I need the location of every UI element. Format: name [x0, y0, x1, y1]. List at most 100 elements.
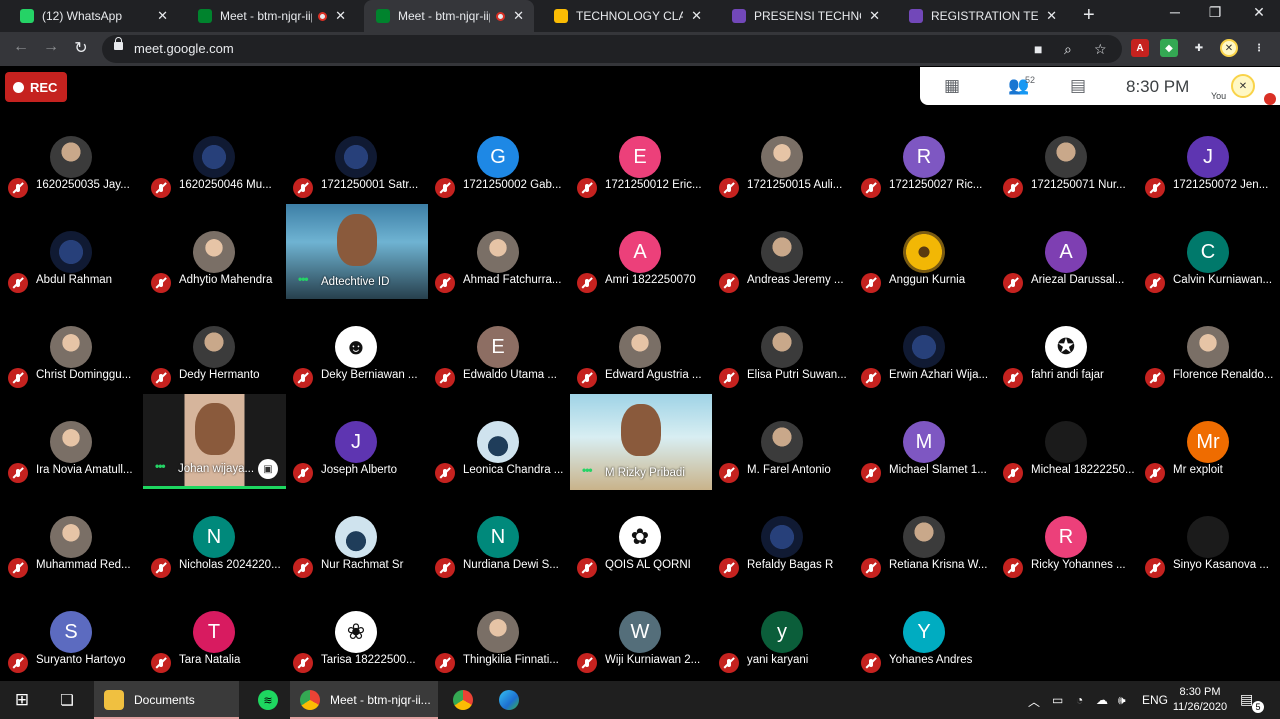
participant-tile[interactable]: Anggun Kurnia: [853, 228, 995, 323]
participant-tile[interactable]: J 1721250072 Jen...: [1137, 133, 1279, 228]
participant-avatar: [619, 326, 661, 368]
zoom-icon[interactable]: ⌕: [1064, 41, 1072, 58]
participant-tile[interactable]: Florence Renaldo...: [1137, 323, 1279, 418]
participant-tile[interactable]: M. Farel Antonio: [711, 418, 853, 513]
participant-tile[interactable]: Andreas Jeremy ...: [711, 228, 853, 323]
taskbar-chrome-meet[interactable]: Meet - btm-njqr-ii...: [290, 681, 438, 719]
back-icon[interactable]: ←: [10, 38, 32, 56]
participant-tile[interactable]: Christ Dominggu...: [0, 323, 142, 418]
camera-icon[interactable]: ■: [1034, 41, 1042, 57]
participant-tile[interactable]: ✪ fahri andi fajar: [995, 323, 1137, 418]
participant-tile[interactable]: E 1721250012 Eric...: [569, 133, 711, 228]
pdf-extension-icon[interactable]: A: [1131, 39, 1149, 57]
chat-icon[interactable]: ▤: [1070, 76, 1086, 96]
browser-tab[interactable]: Meet - btm-njqr-iip ✕: [364, 0, 534, 32]
chrome-menu-icon[interactable]: ⋮: [1250, 39, 1268, 57]
close-tab-icon[interactable]: ✕: [869, 8, 880, 24]
participant-tile[interactable]: A Amri 1822250070: [569, 228, 711, 323]
close-tab-icon[interactable]: ✕: [513, 8, 524, 24]
extension-icon[interactable]: ◆: [1160, 39, 1178, 57]
participant-tile[interactable]: Muhammad Red...: [0, 513, 142, 608]
new-tab-button[interactable]: +: [1083, 4, 1095, 27]
participant-tile[interactable]: Sinyo Kasanova ...: [1137, 513, 1279, 608]
participant-tile[interactable]: Refaldy Bagas R: [711, 513, 853, 608]
browser-tab[interactable]: Meet - btm-njqr-iip ✕: [186, 0, 356, 32]
taskbar-spotify[interactable]: ≋: [248, 681, 288, 719]
browser-tab[interactable]: (12) WhatsApp ✕: [8, 0, 178, 32]
participant-tile[interactable]: R Ricky Yohannes ...: [995, 513, 1137, 608]
participant-tile[interactable]: Leonica Chandra ...: [427, 418, 569, 513]
participant-tile[interactable]: Ira Novia Amatull...: [0, 418, 142, 513]
address-bar[interactable]: meet.google.com ■ ⌕ ☆: [102, 35, 1122, 63]
system-clock[interactable]: 8:30 PM 11/26/2020: [1170, 685, 1230, 715]
participant-name: Edward Agustria ...: [605, 369, 702, 381]
participant-tile[interactable]: Ahmad Fatchurra...: [427, 228, 569, 323]
self-label: You: [1211, 91, 1227, 101]
close-tab-icon[interactable]: ✕: [157, 8, 168, 24]
taskbar-documents[interactable]: Documents: [94, 681, 239, 719]
battery-icon[interactable]: ▭: [1052, 693, 1063, 707]
participant-tile[interactable]: J Joseph Alberto: [285, 418, 427, 513]
participant-tile[interactable]: R 1721250027 Ric...: [853, 133, 995, 228]
volume-icon[interactable]: 🕪: [1118, 693, 1126, 708]
participant-tile[interactable]: Micheal 18222250...: [995, 418, 1137, 513]
participant-tile[interactable]: A Ariezal Darussal...: [995, 228, 1137, 323]
taskbar-edge[interactable]: [492, 681, 526, 719]
forward-icon[interactable]: →: [40, 38, 62, 56]
pin-icon[interactable]: ▣: [258, 459, 278, 479]
mic-off-icon: [577, 653, 597, 673]
grid-layout-icon[interactable]: ▦: [944, 76, 960, 96]
participant-tile[interactable]: ☻ Deky Berniawan ...: [285, 323, 427, 418]
language-indicator[interactable]: ENG: [1142, 693, 1168, 707]
participant-name: Dedy Hermanto: [179, 369, 260, 381]
browser-tab[interactable]: REGISTRATION TECHNO ✕: [897, 0, 1067, 32]
maximize-button[interactable]: ❐: [1200, 4, 1230, 21]
participant-avatar: [1187, 326, 1229, 368]
participant-tile[interactable]: N Nurdiana Dewi S...: [427, 513, 569, 608]
browser-tab[interactable]: TECHNOLOGY CLASS I ✕: [542, 0, 712, 32]
close-window-button[interactable]: ✕: [1244, 4, 1274, 21]
participant-tile[interactable]: Mr Mr exploit: [1137, 418, 1279, 513]
participant-tile[interactable]: G 1721250002 Gab...: [427, 133, 569, 228]
minimize-button[interactable]: ─: [1160, 4, 1190, 20]
participant-tile[interactable]: N Nicholas 2024220...: [143, 513, 285, 608]
reload-icon[interactable]: ↻: [70, 38, 92, 58]
participant-video-tile[interactable]: ••• M Rizky Pribadi: [570, 394, 712, 490]
start-button[interactable]: ⊞: [0, 681, 44, 719]
participant-count: 52: [1025, 75, 1036, 85]
browser-tab[interactable]: PRESENSI TECHNOLOG ✕: [720, 0, 890, 32]
participant-tile[interactable]: Retiana Krisna W...: [853, 513, 995, 608]
participant-video-tile[interactable]: ••• Adtechtive ID: [286, 204, 428, 299]
meeting-time: 8:30 PM: [1126, 77, 1190, 96]
participant-tile[interactable]: 1721250071 Nur...: [995, 133, 1137, 228]
close-tab-icon[interactable]: ✕: [691, 8, 702, 24]
participant-tile[interactable]: C Calvin Kurniawan...: [1137, 228, 1279, 323]
tray-expand-icon[interactable]: ︿: [1028, 693, 1040, 710]
taskbar-chrome-2[interactable]: [446, 681, 480, 719]
participant-avatar: S: [50, 611, 92, 653]
mic-off-icon: [1003, 558, 1023, 578]
participant-tile[interactable]: Elisa Putri Suwan...: [711, 323, 853, 418]
participant-tile[interactable]: 1721250015 Auli...: [711, 133, 853, 228]
bookmark-star-icon[interactable]: ☆: [1094, 41, 1107, 58]
task-view-button[interactable]: ❏: [52, 681, 82, 719]
participant-tile[interactable]: Erwin Azhari Wija...: [853, 323, 995, 418]
participant-tile[interactable]: Adhytio Mahendra: [143, 228, 285, 323]
participant-tile[interactable]: Nur Rachmat Sr: [285, 513, 427, 608]
participant-tile[interactable]: ✿ QOIS AL QORNI: [569, 513, 711, 608]
participant-tile[interactable]: 1620250035 Jay...: [0, 133, 142, 228]
participant-video-tile[interactable]: ••• Johan wijaya... ▣: [143, 394, 286, 486]
extensions-puzzle-icon[interactable]: ✚: [1190, 39, 1208, 57]
participant-tile[interactable]: M Michael Slamet 1...: [853, 418, 995, 513]
close-tab-icon[interactable]: ✕: [1046, 8, 1057, 24]
audio-level-icon: •••: [155, 459, 166, 473]
mic-off-icon: [8, 178, 28, 198]
participant-tile[interactable]: Abdul Rahman: [0, 228, 142, 323]
profile-avatar[interactable]: ✕: [1220, 39, 1238, 57]
participant-tile[interactable]: 1620250046 Mu...: [143, 133, 285, 228]
self-avatar[interactable]: ✕: [1231, 74, 1255, 98]
participant-tile[interactable]: E Edwaldo Utama ...: [427, 323, 569, 418]
wifi-icon[interactable]: ◔: [1076, 693, 1083, 707]
close-tab-icon[interactable]: ✕: [335, 8, 346, 24]
onedrive-icon[interactable]: ☁: [1096, 693, 1108, 707]
